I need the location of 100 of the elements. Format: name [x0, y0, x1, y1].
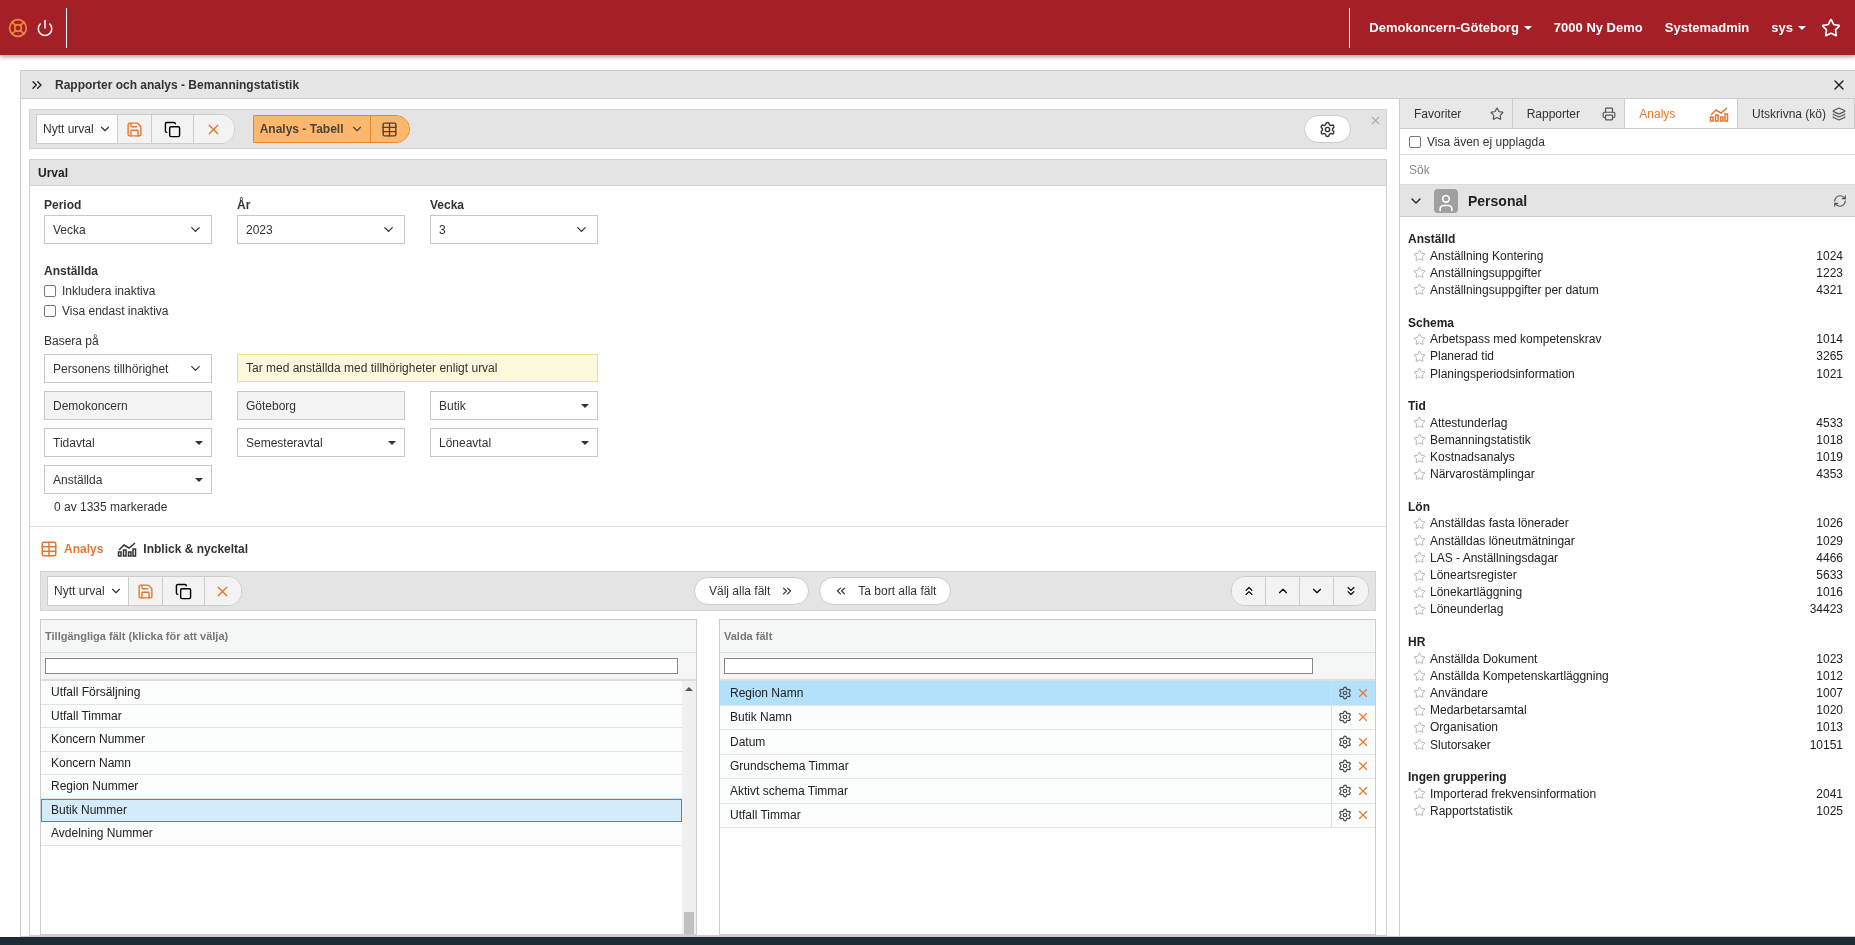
field-label: Anställda: [44, 264, 99, 278]
selection-dropdown[interactable]: Nytt urval: [37, 115, 118, 143]
dropdown-field[interactable]: Tidavtal: [44, 428, 212, 457]
field-row[interactable]: Utfall Försäljning: [41, 681, 682, 705]
table-icon: [40, 540, 58, 558]
report-link[interactable]: Anställningsuppgifter per datum: [1430, 282, 1813, 297]
dropdown-field[interactable]: Anställda: [44, 465, 212, 494]
star-icon[interactable]: [1413, 686, 1426, 700]
report-link[interactable]: Användare: [1430, 685, 1813, 700]
report-number: 1023: [1816, 651, 1844, 666]
report-link[interactable]: Medarbetarsamtal: [1430, 703, 1813, 718]
save-icon: [136, 582, 154, 600]
star-icon[interactable]: [1413, 283, 1426, 297]
star-icon[interactable]: [1413, 416, 1426, 430]
field-row[interactable]: Koncern Nummer: [41, 728, 682, 752]
star-icon[interactable]: [1413, 568, 1426, 582]
report-link[interactable]: Kostnadsanalys: [1430, 450, 1813, 465]
star-icon[interactable]: [1413, 467, 1426, 481]
report-link[interactable]: LAS - Anställningsdagar: [1430, 550, 1813, 565]
star-icon[interactable]: [1413, 450, 1426, 464]
field-label: Period: [44, 198, 83, 212]
settings-icon[interactable]: [1337, 808, 1352, 823]
field-row[interactable]: Butik Nummer: [41, 798, 682, 822]
report-link[interactable]: Attestunderlag: [1430, 415, 1813, 430]
scrollbar[interactable]: [682, 681, 696, 934]
report-link[interactable]: Planerad tid: [1430, 349, 1813, 364]
star-icon[interactable]: [1413, 804, 1426, 818]
company-link[interactable]: 7000 Ny Demo: [1542, 20, 1654, 35]
select-field[interactable]: 3: [430, 215, 598, 244]
report-link[interactable]: Löneartsregister: [1430, 568, 1813, 583]
star-icon[interactable]: [1413, 585, 1426, 599]
settings-icon[interactable]: [1337, 783, 1352, 798]
report-link[interactable]: Importerad frekvensinformation: [1430, 786, 1813, 801]
field-row[interactable]: Koncern Namn: [41, 751, 682, 775]
star-icon[interactable]: [1413, 367, 1426, 381]
settings-icon[interactable]: [1337, 710, 1352, 725]
dropdown-field[interactable]: Löneavtal: [430, 428, 598, 457]
star-icon[interactable]: [1413, 349, 1426, 363]
field-row[interactable]: Region Nummer: [41, 775, 682, 799]
report-link[interactable]: Slutorsaker: [1430, 737, 1806, 752]
report-link[interactable]: Anställdas fasta lönerader: [1430, 516, 1813, 531]
star-icon[interactable]: [1413, 516, 1426, 530]
star-icon[interactable]: [1413, 551, 1426, 565]
select-field[interactable]: Personens tillhörighet: [44, 354, 212, 383]
remove-all-button[interactable]: Ta bort alla fält: [819, 577, 952, 605]
star-icon[interactable]: [1413, 266, 1426, 280]
move-top-button[interactable]: [1232, 577, 1266, 605]
selection-dropdown[interactable]: Nytt urval: [48, 577, 129, 605]
filter-field[interactable]: [45, 658, 678, 674]
refresh-icon[interactable]: [1833, 193, 1847, 208]
star-icon[interactable]: [1413, 787, 1426, 801]
report-link[interactable]: Anställning Kontering: [1430, 248, 1813, 263]
star-icon[interactable]: [1413, 433, 1426, 447]
dropdown-field[interactable]: Butik: [430, 391, 598, 420]
report-link[interactable]: Anställda Dokument: [1430, 651, 1813, 666]
checkbox[interactable]: [1409, 135, 1421, 148]
report-link[interactable]: Anställdas löneutmätningar: [1430, 533, 1813, 548]
role-link[interactable]: Systemadmin: [1653, 20, 1761, 35]
org-menu[interactable]: Demokoncern-Göteborg: [1358, 20, 1543, 35]
settings-icon[interactable]: [1337, 685, 1352, 700]
field-row[interactable]: Utfall Timmar: [41, 704, 682, 728]
section-title: HR: [1408, 634, 1427, 650]
star-icon[interactable]: [1413, 534, 1426, 548]
star-icon[interactable]: [1413, 332, 1426, 346]
settings-button[interactable]: [1304, 115, 1351, 143]
caret-icon: [195, 440, 203, 445]
view-tab[interactable]: Inblick & nyckeltal: [117, 541, 249, 557]
field-row[interactable]: Avdelning Nummer: [41, 822, 682, 846]
report-link[interactable]: Anställda Kompetenskartläggning: [1430, 668, 1813, 683]
settings-icon[interactable]: [1337, 734, 1352, 749]
column-header: Valda fält: [720, 620, 1375, 653]
report-number: 5633: [1816, 568, 1844, 583]
report-link[interactable]: Arbetspass med kompetenskrav: [1430, 332, 1813, 347]
star-icon[interactable]: [1413, 720, 1426, 734]
checkbox[interactable]: [44, 285, 56, 297]
report-link[interactable]: Närvarostämplingar: [1430, 467, 1813, 482]
select-all-button[interactable]: Välj alla fält: [693, 577, 810, 605]
filter-field[interactable]: [724, 658, 1313, 674]
report-link[interactable]: Organisation: [1430, 720, 1813, 735]
report-link[interactable]: Planingsperiodsinformation: [1430, 366, 1813, 381]
report-link[interactable]: Rapportstatistik: [1430, 803, 1813, 818]
star-icon[interactable]: [1413, 652, 1426, 666]
report-link[interactable]: Lönekartläggning: [1430, 585, 1813, 600]
select-field[interactable]: Vecka: [44, 215, 212, 244]
select-field[interactable]: 2023: [237, 215, 405, 244]
report-number: 4353: [1816, 467, 1844, 482]
settings-icon[interactable]: [1337, 759, 1352, 774]
star-icon[interactable]: [1413, 738, 1426, 752]
report-link[interactable]: Bemanningstatistik: [1430, 432, 1813, 447]
report-link[interactable]: Anställningsuppgifter: [1430, 265, 1813, 280]
report-link[interactable]: Löneunderlag: [1430, 602, 1806, 617]
star-icon[interactable]: [1413, 703, 1426, 717]
dropdown-field[interactable]: Semesteravtal: [237, 428, 405, 457]
scroll-thumb[interactable]: [684, 912, 694, 934]
field-label: Vecka: [430, 198, 466, 212]
checkbox[interactable]: [44, 305, 56, 317]
star-icon[interactable]: [1413, 602, 1426, 616]
star-icon[interactable]: [1413, 249, 1426, 263]
user-menu[interactable]: sys: [1760, 20, 1817, 35]
star-icon[interactable]: [1413, 669, 1426, 683]
